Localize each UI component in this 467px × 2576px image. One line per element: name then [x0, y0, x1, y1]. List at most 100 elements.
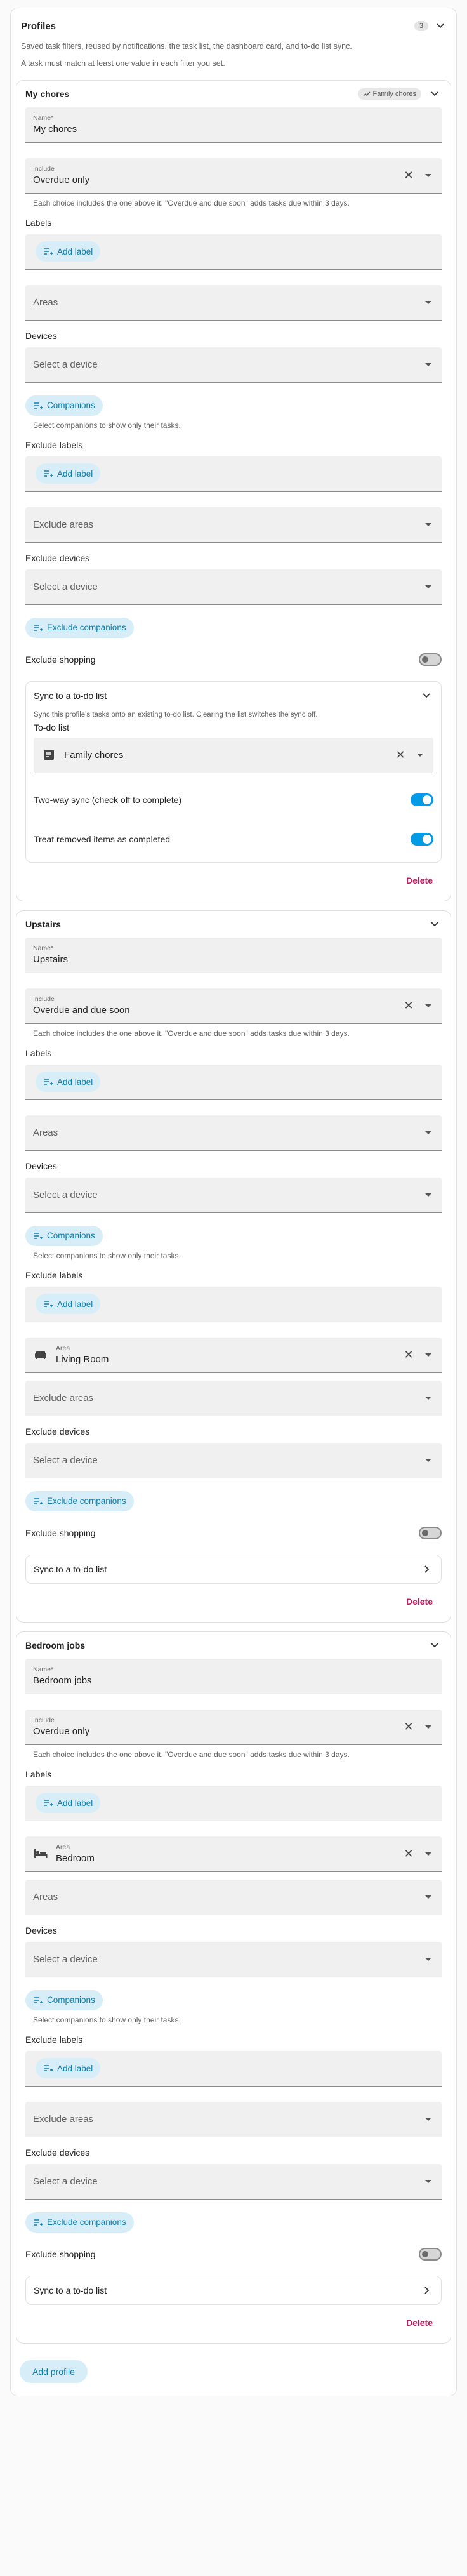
- dropdown-arrow-icon[interactable]: [425, 585, 431, 588]
- chevron-down-icon[interactable]: [433, 19, 447, 33]
- profile-header[interactable]: Bedroom jobs: [25, 1632, 442, 1659]
- chevron-down-icon[interactable]: [428, 87, 442, 101]
- dropdown-arrow-icon[interactable]: [425, 1725, 431, 1729]
- companions-button[interactable]: Companions: [25, 1225, 103, 1246]
- device-select[interactable]: Select a device: [25, 347, 442, 383]
- add-list-icon: [34, 1232, 43, 1239]
- dropdown-arrow-icon[interactable]: [425, 2179, 431, 2183]
- sync-todo-header[interactable]: Sync to a to-do list: [26, 1555, 441, 1583]
- add-label-button[interactable]: Add label: [36, 463, 101, 484]
- exclude-shopping-toggle[interactable]: [419, 653, 442, 666]
- delete-profile-button[interactable]: Delete: [401, 1593, 438, 1610]
- delete-profile-button[interactable]: Delete: [401, 872, 438, 889]
- sync-todo-panel: Sync to a to-do list: [25, 1554, 442, 1584]
- chevron-down-icon[interactable]: [428, 917, 442, 931]
- exclude-shopping-label: Exclude shopping: [25, 654, 96, 665]
- dropdown-arrow-icon[interactable]: [425, 1895, 431, 1899]
- labels-chip-box: Add label: [25, 1064, 442, 1100]
- dropdown-arrow-icon[interactable]: [417, 753, 423, 757]
- add-label-button[interactable]: Add label: [36, 1793, 101, 1813]
- dropdown-arrow-icon[interactable]: [425, 1193, 431, 1197]
- companions-text: Companions: [47, 1995, 95, 2005]
- include-select[interactable]: Include Overdue only ✕: [25, 1709, 442, 1745]
- exclude-shopping-toggle[interactable]: [419, 1526, 442, 1539]
- sync-todo-header[interactable]: Sync to a to-do list: [26, 2276, 441, 2304]
- add-label-text: Add label: [57, 246, 93, 256]
- include-select[interactable]: Include Overdue only ✕: [25, 157, 442, 194]
- dropdown-arrow-icon[interactable]: [425, 1131, 431, 1134]
- profiles-title: Profiles: [21, 20, 56, 32]
- exclude-area-select[interactable]: Area Living Room ✕: [25, 1337, 442, 1373]
- include-select[interactable]: Include Overdue and due soon ✕: [25, 988, 442, 1024]
- sync-todo-header[interactable]: Sync to a to-do list: [26, 682, 441, 710]
- name-field[interactable]: Name* Bedroom jobs: [25, 1658, 442, 1694]
- add-label-button[interactable]: Add label: [36, 1072, 101, 1092]
- device-select[interactable]: Select a device: [25, 1941, 442, 1977]
- areas-select[interactable]: Areas: [25, 284, 442, 321]
- exclude-shopping-toggle[interactable]: [419, 2247, 442, 2261]
- exclude-areas-select[interactable]: Exclude areas: [25, 1380, 442, 1416]
- treat-removed-toggle[interactable]: [411, 832, 433, 846]
- device-placeholder: Select a device: [33, 581, 98, 592]
- profile-header[interactable]: Upstairs: [25, 911, 442, 938]
- device-select[interactable]: Select a device: [25, 1177, 442, 1213]
- dropdown-arrow-icon[interactable]: [425, 1353, 431, 1357]
- clear-icon[interactable]: ✕: [401, 998, 416, 1013]
- dropdown-arrow-icon[interactable]: [425, 1004, 431, 1007]
- sync-description: Sync this profile's tasks onto an existi…: [34, 710, 318, 719]
- dropdown-arrow-icon[interactable]: [425, 1396, 431, 1400]
- companions-button[interactable]: Companions: [25, 395, 103, 416]
- dropdown-arrow-icon[interactable]: [425, 300, 431, 304]
- add-label-button[interactable]: Add label: [36, 241, 101, 262]
- exclude-areas-select[interactable]: Exclude areas: [25, 2101, 442, 2137]
- add-list-icon: [44, 2065, 53, 2071]
- profile-card-bedroom-jobs: Bedroom jobs Name* Bedroom jobs Include …: [16, 1631, 451, 2344]
- add-label-text: Add label: [57, 468, 93, 479]
- add-label-button[interactable]: Add label: [36, 1294, 101, 1314]
- name-field-value: My chores: [33, 124, 77, 135]
- two-way-sync-toggle[interactable]: [411, 793, 433, 806]
- add-list-icon: [44, 248, 53, 255]
- exclude-device-select[interactable]: Select a device: [25, 1442, 442, 1478]
- exclude-areas-placeholder: Exclude areas: [33, 2113, 94, 2125]
- area-select[interactable]: Area Bedroom ✕: [25, 1836, 442, 1872]
- clear-icon[interactable]: ✕: [401, 1846, 416, 1861]
- dropdown-arrow-icon[interactable]: [425, 522, 431, 526]
- area-small-label: Area: [56, 1843, 70, 1851]
- companions-button[interactable]: Companions: [25, 1989, 103, 2010]
- delete-profile-button[interactable]: Delete: [401, 2314, 438, 2332]
- chevron-down-icon[interactable]: [428, 1638, 442, 1652]
- exclude-companions-button[interactable]: Exclude companions: [25, 1490, 134, 1511]
- chevron-down-icon[interactable]: [419, 689, 433, 703]
- clear-icon[interactable]: ✕: [401, 168, 416, 183]
- clear-icon[interactable]: ✕: [401, 1347, 416, 1362]
- chevron-right-icon[interactable]: [419, 1562, 433, 1576]
- add-list-icon: [44, 1301, 53, 1307]
- chevron-right-icon[interactable]: [419, 2283, 433, 2297]
- exclude-companions-button[interactable]: Exclude companions: [25, 617, 134, 638]
- areas-select[interactable]: Areas: [25, 1879, 442, 1915]
- dropdown-arrow-icon[interactable]: [425, 1852, 431, 1856]
- device-placeholder: Select a device: [33, 359, 98, 370]
- name-field[interactable]: Name* Upstairs: [25, 937, 442, 973]
- exclude-device-select[interactable]: Select a device: [25, 569, 442, 605]
- clear-icon[interactable]: ✕: [401, 1719, 416, 1734]
- name-field[interactable]: Name* My chores: [25, 107, 442, 143]
- exclude-device-select[interactable]: Select a device: [25, 2163, 442, 2200]
- dropdown-arrow-icon[interactable]: [425, 1458, 431, 1462]
- areas-select[interactable]: Areas: [25, 1115, 442, 1151]
- add-label-button[interactable]: Add label: [36, 2058, 101, 2078]
- profiles-header[interactable]: Profiles 3: [16, 15, 451, 37]
- dropdown-arrow-icon[interactable]: [425, 173, 431, 177]
- add-profile-button[interactable]: Add profile: [20, 2360, 88, 2383]
- exclude-companions-button[interactable]: Exclude companions: [25, 2212, 134, 2233]
- dropdown-arrow-icon[interactable]: [425, 2117, 431, 2121]
- areas-placeholder: Areas: [33, 1891, 58, 1902]
- profile-header[interactable]: My chores Family chores: [25, 81, 442, 107]
- list-icon: [41, 747, 56, 762]
- todo-list-select[interactable]: Family chores ✕: [34, 737, 433, 773]
- clear-icon[interactable]: ✕: [393, 747, 408, 762]
- dropdown-arrow-icon[interactable]: [425, 1957, 431, 1961]
- dropdown-arrow-icon[interactable]: [425, 362, 431, 366]
- exclude-areas-select[interactable]: Exclude areas: [25, 507, 442, 543]
